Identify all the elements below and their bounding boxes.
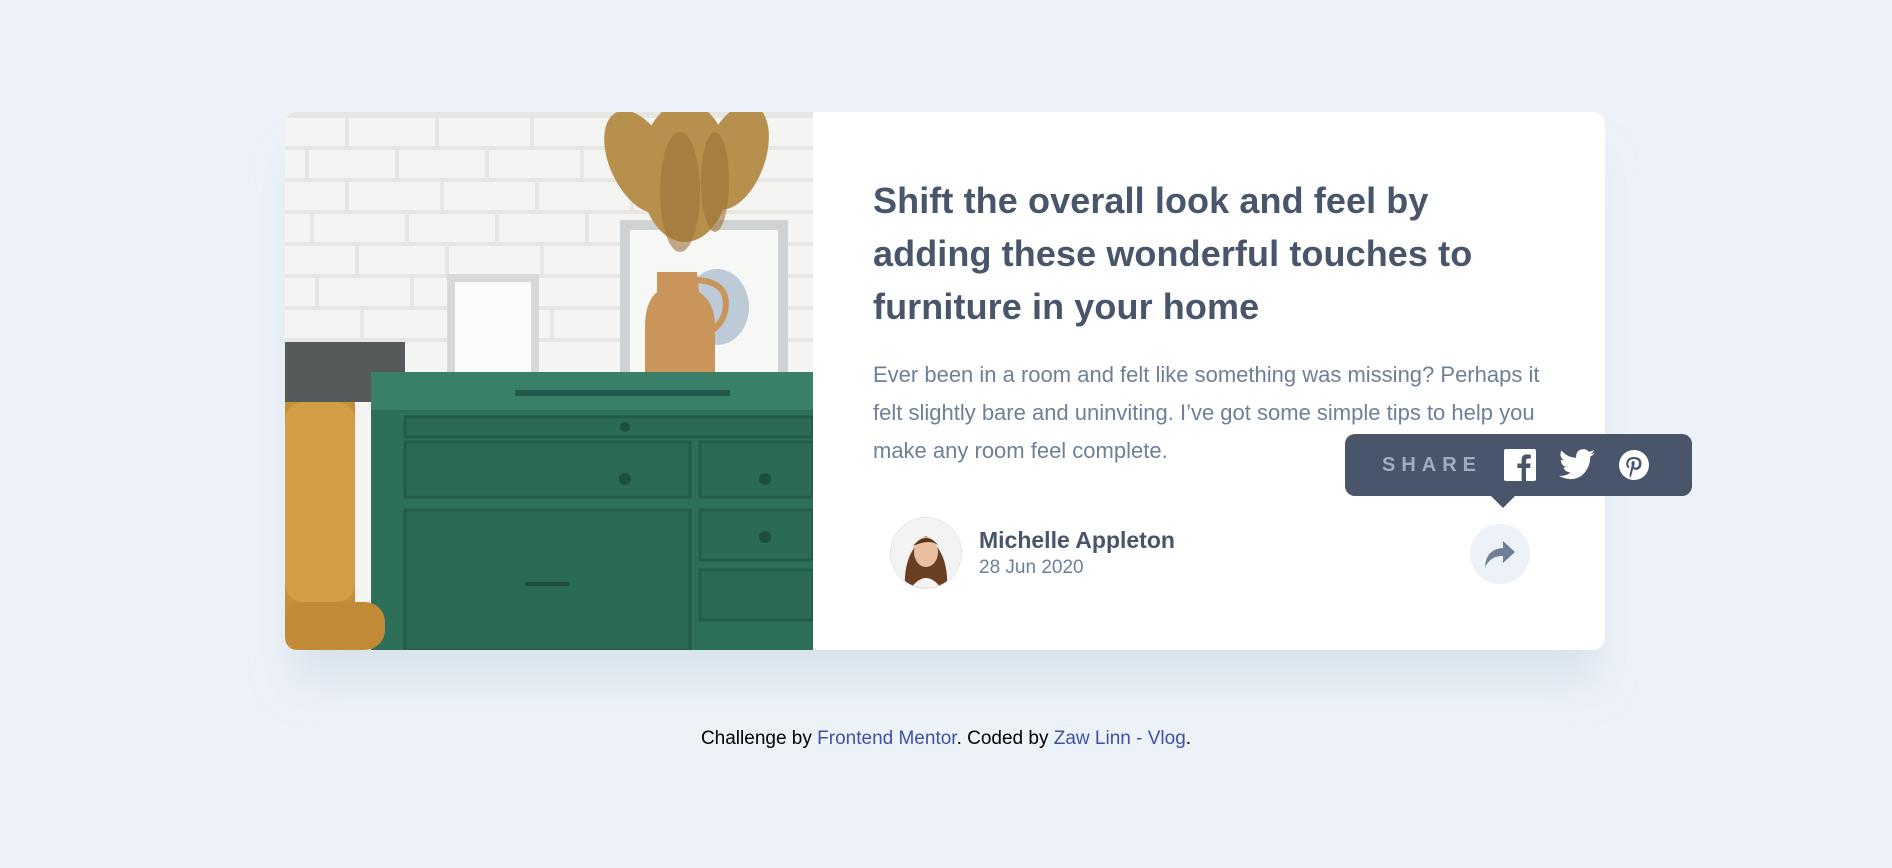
article-title: Shift the overall look and feel by addin… [873, 180, 1473, 327]
article-card: Shift the overall look and feel by addin… [285, 112, 1692, 650]
share-arrow-icon [1485, 541, 1515, 567]
author-link[interactable]: Zaw Linn - Vlog [1054, 728, 1186, 749]
social-links [1504, 449, 1673, 481]
share-button[interactable] [1470, 524, 1530, 584]
footer-middle: . Coded by [956, 728, 1054, 749]
author-block: Michelle Appleton 28 Jun 2020 [891, 518, 1175, 588]
article-image [285, 112, 813, 650]
footer-suffix: . [1185, 728, 1192, 749]
share-label: SHARE [1382, 453, 1483, 476]
share-tooltip: SHARE [1345, 434, 1692, 508]
author-name: Michelle Appleton [979, 527, 1175, 553]
twitter-icon[interactable] [1559, 449, 1596, 481]
attribution-footer: Challenge by Frontend Mentor. Coded by Z… [0, 728, 1892, 750]
avatar [891, 518, 961, 588]
pinterest-icon[interactable] [1618, 449, 1650, 481]
publish-date: 28 Jun 2020 [979, 557, 1084, 578]
frontend-mentor-link[interactable]: Frontend Mentor [817, 728, 956, 749]
facebook-icon[interactable] [1504, 449, 1537, 481]
footer-prefix: Challenge by [700, 728, 818, 749]
